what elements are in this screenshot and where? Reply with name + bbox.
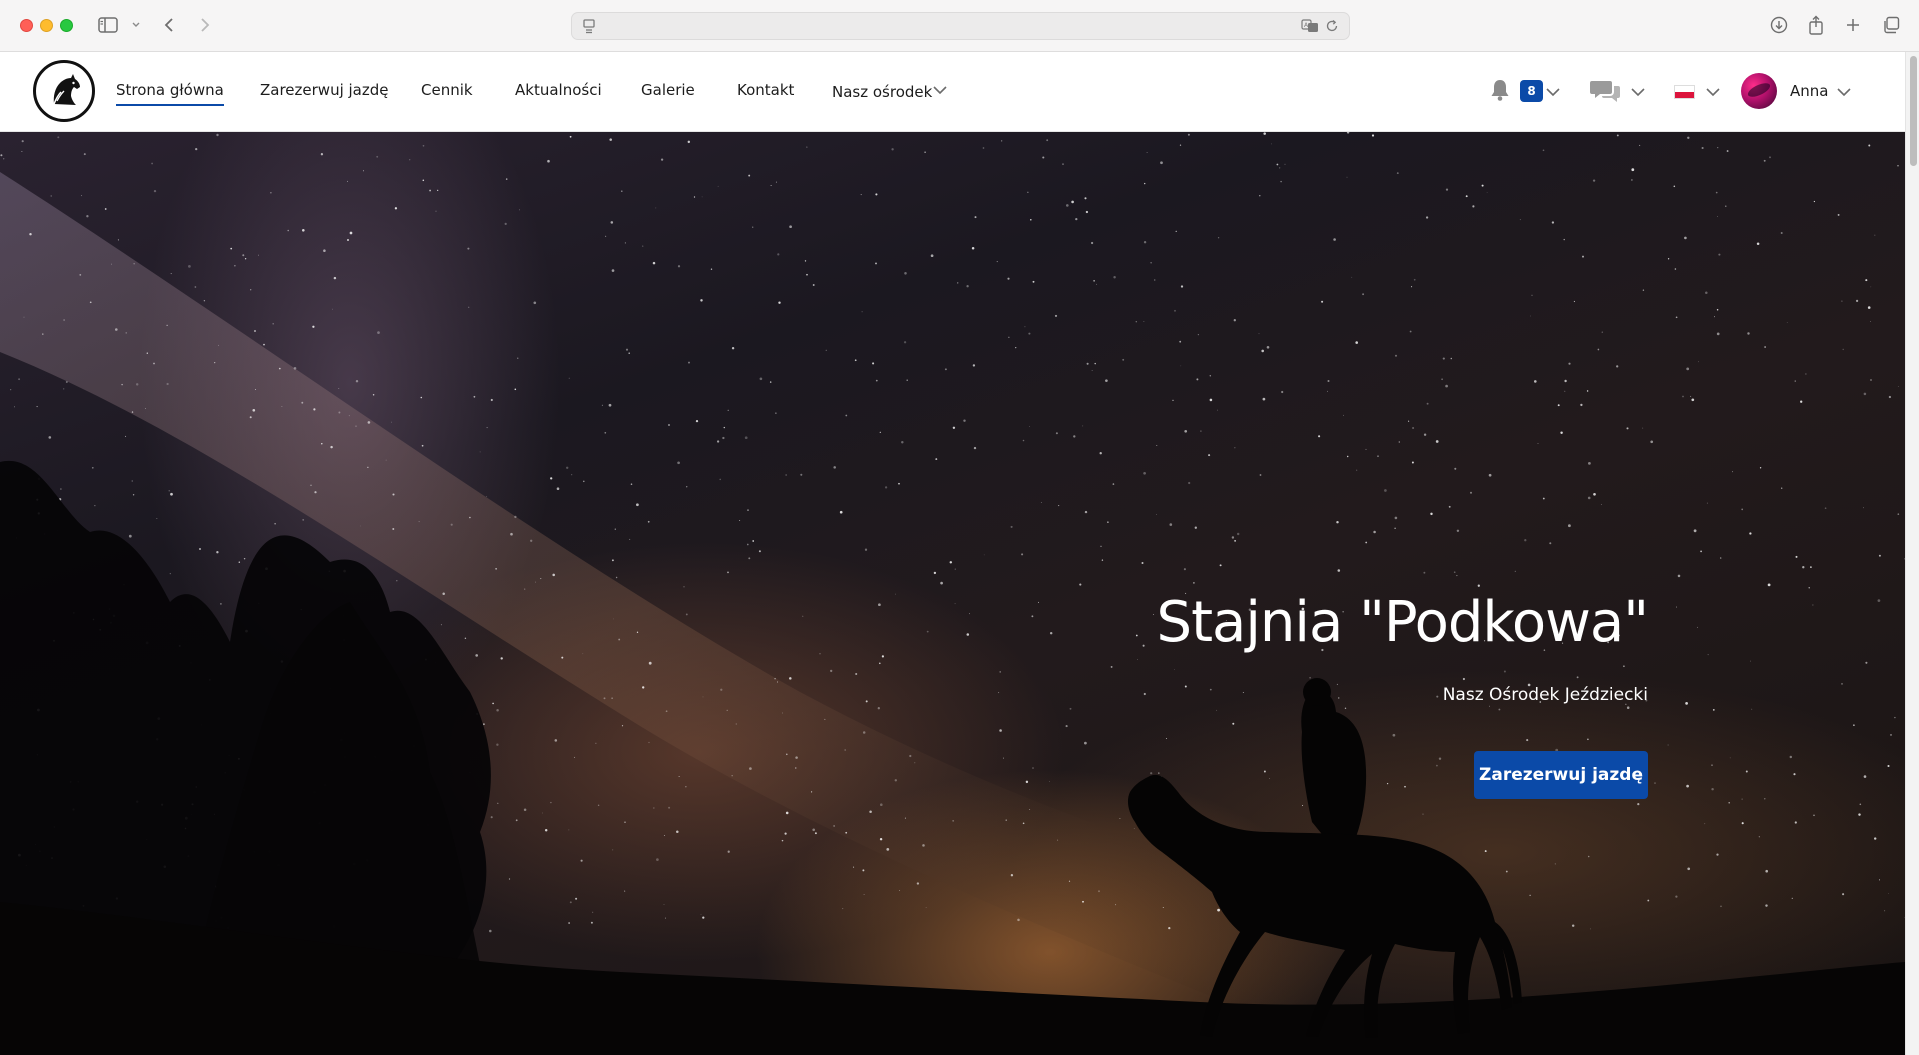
user-name[interactable]: Anna xyxy=(1790,82,1828,100)
nav-dropdown-our-center[interactable]: Nasz ośrodek xyxy=(832,83,932,101)
tab-overview-icon[interactable] xyxy=(1880,14,1902,36)
reload-icon[interactable] xyxy=(1325,19,1339,33)
zoom-window-button[interactable] xyxy=(60,19,73,32)
chevron-down-icon[interactable] xyxy=(932,85,948,95)
back-arrow-icon[interactable] xyxy=(160,14,178,36)
book-ride-button[interactable]: Zarezerwuj jazdę xyxy=(1474,751,1648,799)
bell-icon[interactable] xyxy=(1489,78,1511,102)
browser-toolbar: A xyxy=(0,0,1919,52)
notifications-badge: 8 xyxy=(1520,80,1543,102)
close-window-button[interactable] xyxy=(20,19,33,32)
chevron-down-icon[interactable] xyxy=(1836,87,1852,97)
forward-arrow-icon[interactable] xyxy=(196,14,214,36)
site-navbar: Strona główna Zarezerwuj jazdę Cennik Ak… xyxy=(0,52,1905,132)
share-icon[interactable] xyxy=(1806,14,1826,36)
hero-section: Stajnia "Podkowa" Nasz Ośrodek Jeździeck… xyxy=(0,132,1905,1055)
nav-link-contact[interactable]: Kontakt xyxy=(737,81,794,99)
pl-flag-icon[interactable] xyxy=(1674,85,1695,99)
chevron-down-icon[interactable] xyxy=(1545,87,1561,97)
sidebar-toggle-icon[interactable] xyxy=(97,14,119,36)
chat-bubbles-icon[interactable] xyxy=(1590,79,1622,103)
hero-title: Stajnia "Podkowa" xyxy=(1156,590,1649,655)
downloads-icon[interactable] xyxy=(1769,14,1789,36)
translate-icon[interactable]: A xyxy=(1301,19,1319,33)
nav-link-home[interactable]: Strona główna xyxy=(116,81,224,106)
chevron-down-icon[interactable] xyxy=(1630,87,1646,97)
hero-subtitle: Nasz Ośrodek Jeździecki xyxy=(1442,685,1648,705)
horse-head-logo-icon[interactable] xyxy=(33,60,95,122)
minimize-window-button[interactable] xyxy=(40,19,53,32)
scrollbar-thumb[interactable] xyxy=(1910,56,1917,166)
nav-link-book-ride[interactable]: Zarezerwuj jazdę xyxy=(260,81,389,99)
nav-link-news[interactable]: Aktualności xyxy=(515,81,602,99)
new-tab-icon[interactable] xyxy=(1843,14,1863,36)
nav-link-pricing[interactable]: Cennik xyxy=(421,81,473,99)
address-bar[interactable]: A xyxy=(571,12,1350,40)
avatar[interactable] xyxy=(1741,73,1777,109)
nav-link-galleries[interactable]: Galerie xyxy=(641,81,695,99)
page-scrollbar[interactable] xyxy=(1905,52,1919,1055)
sidebar-menu-chevron-icon[interactable] xyxy=(130,14,142,36)
page-icon xyxy=(583,19,595,34)
chevron-down-icon[interactable] xyxy=(1705,87,1721,97)
